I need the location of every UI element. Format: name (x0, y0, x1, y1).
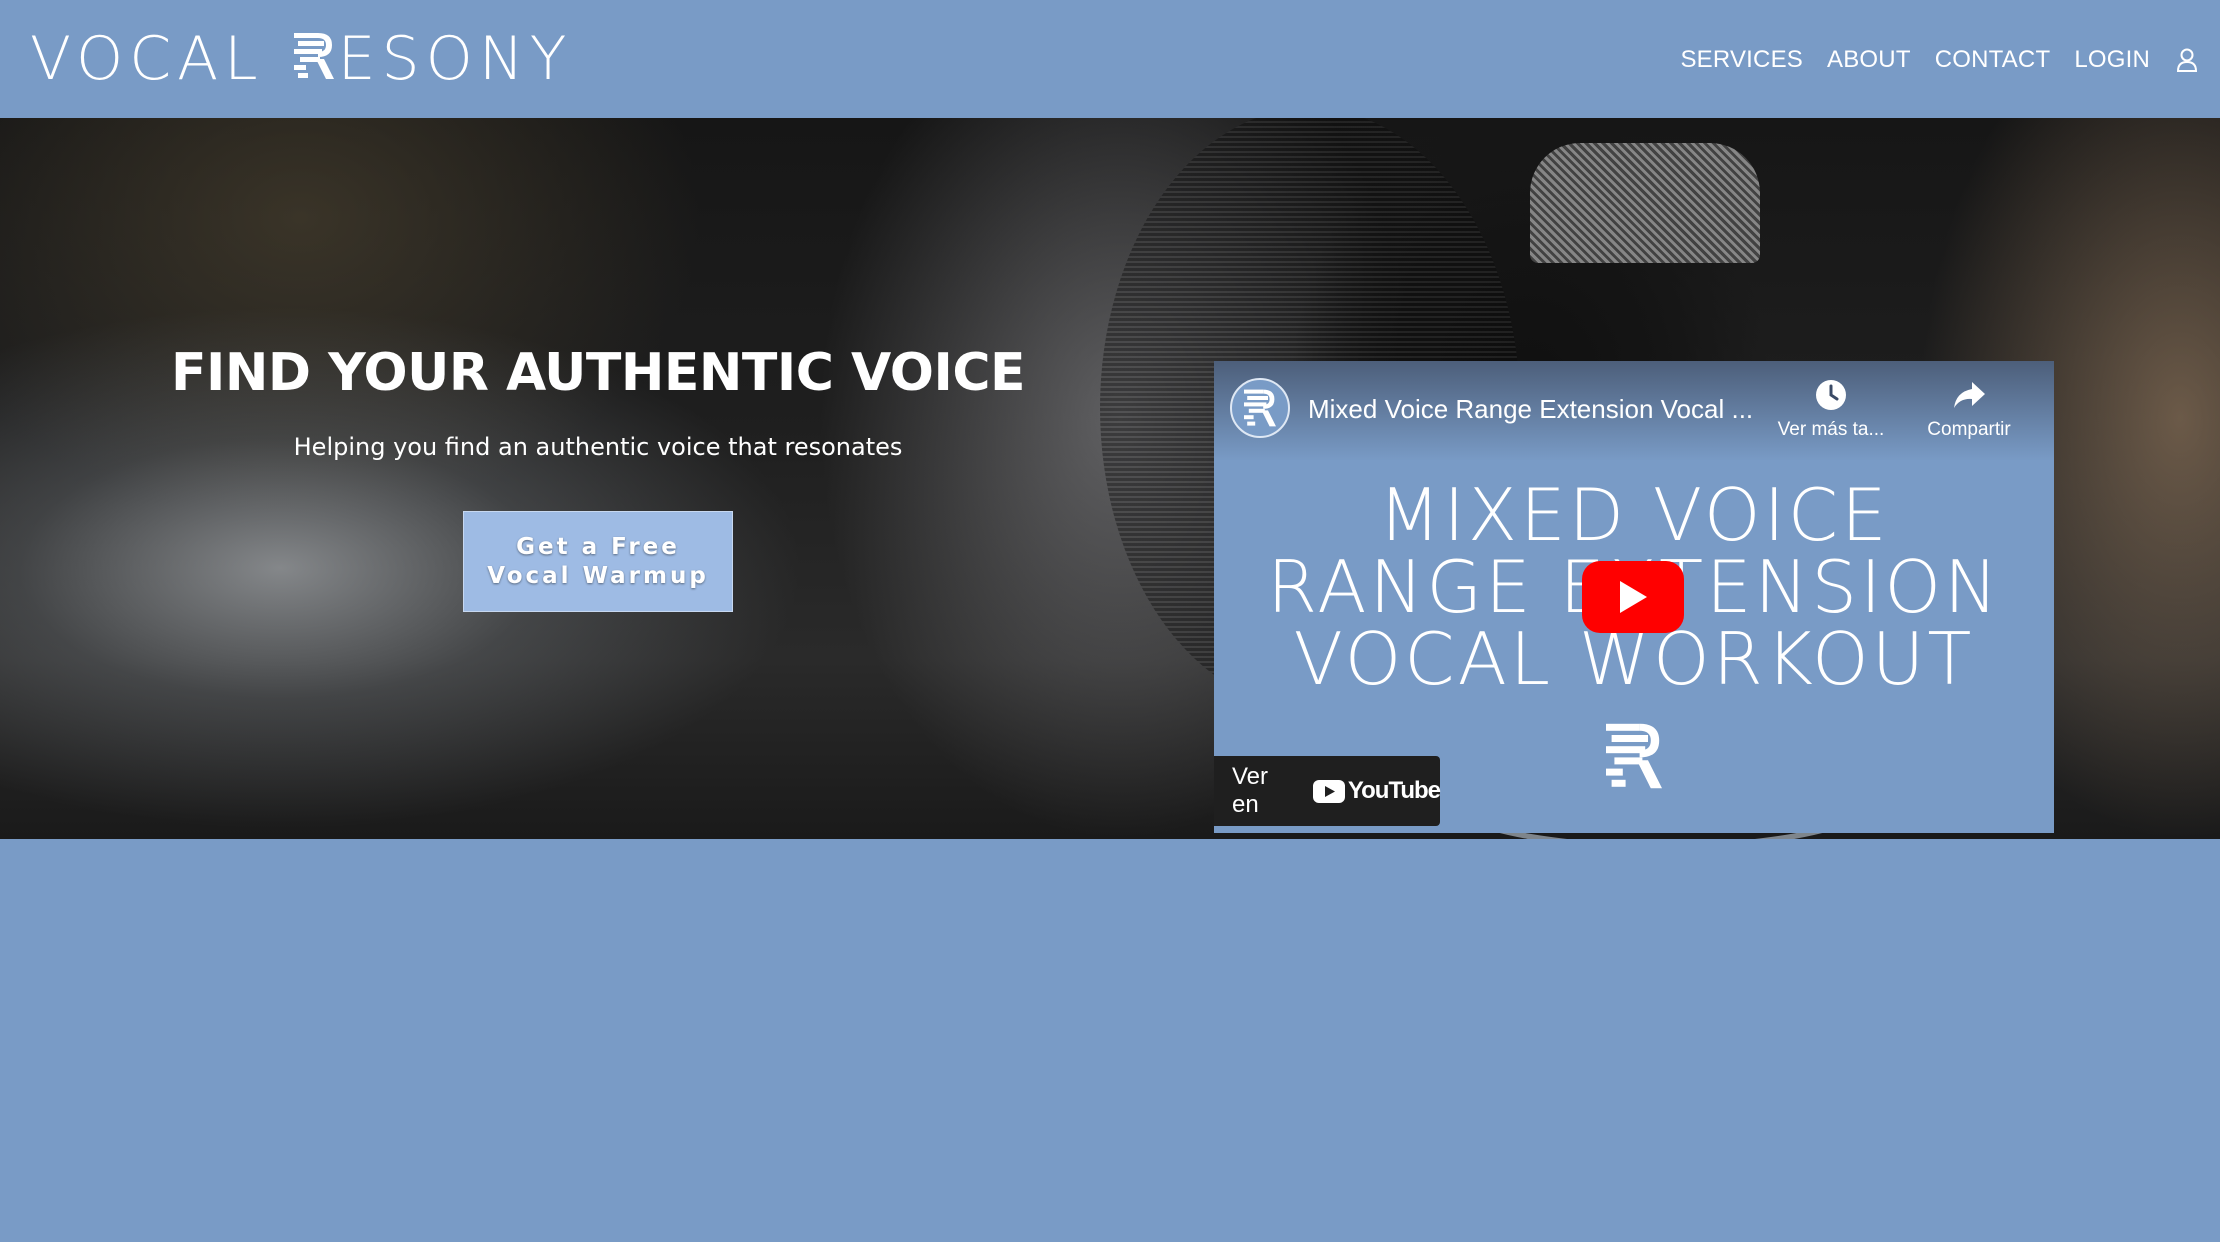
share-label: Compartir (1927, 419, 2011, 440)
hero-section: FIND YOUR AUTHENTIC VOICE Helping you fi… (0, 118, 2220, 839)
hero-subtitle: Helping you find an authentic voice that… (293, 433, 903, 461)
nav-login[interactable]: LOGIN (2074, 46, 2150, 74)
site-logo[interactable]: VOCAL ESONY (30, 22, 572, 96)
play-icon (1620, 581, 1647, 613)
youtube-logo-icon: YouTube (1312, 777, 1441, 805)
site-header: VOCAL ESONY SERVICES ABOUT CONTACT LOGIN (0, 0, 2220, 118)
watch-on-label: Ver en (1232, 763, 1269, 818)
hero-title: FIND YOUR AUTHENTIC VOICE (170, 343, 1026, 403)
thumbnail-line-3: VOCAL WORKOUT (1293, 617, 1975, 701)
youtube-word: YouTube (1347, 777, 1441, 804)
free-vocal-warmup-button[interactable]: Get a Free Vocal Warmup (463, 511, 733, 612)
watch-later-label: Ver más ta... (1777, 419, 1885, 440)
video-title[interactable]: Mixed Voice Range Extension Vocal ... (1308, 394, 1768, 425)
main-nav: SERVICES ABOUT CONTACT LOGIN (1656, 40, 2200, 80)
channel-avatar[interactable] (1230, 378, 1290, 438)
logo-text-esony: ESONY (337, 24, 573, 94)
nav-contact[interactable]: CONTACT (1935, 46, 2051, 74)
clock-icon (1766, 377, 1896, 413)
logo-text-vocal: VOCAL (30, 24, 264, 94)
hero-background-microphone (1530, 143, 1760, 263)
watch-on-youtube-button[interactable]: Ver en YouTube (1214, 756, 1441, 826)
share-icon (1904, 377, 2034, 413)
video-r-logo-icon (1606, 721, 1662, 791)
thumbnail-line-1: MIXED VOICE (1378, 473, 1890, 557)
share-button[interactable]: Compartir (1904, 377, 2034, 441)
play-button[interactable] (1582, 561, 1684, 633)
youtube-embed[interactable]: Mixed Voice Range Extension Vocal ... Ve… (1214, 361, 2054, 833)
watch-later-button[interactable]: Ver más ta... (1766, 377, 1896, 441)
nav-services[interactable]: SERVICES (1680, 46, 1803, 74)
logo-r-mark-icon (293, 24, 334, 94)
nav-about[interactable]: ABOUT (1827, 46, 1911, 74)
user-icon[interactable] (2174, 47, 2200, 73)
